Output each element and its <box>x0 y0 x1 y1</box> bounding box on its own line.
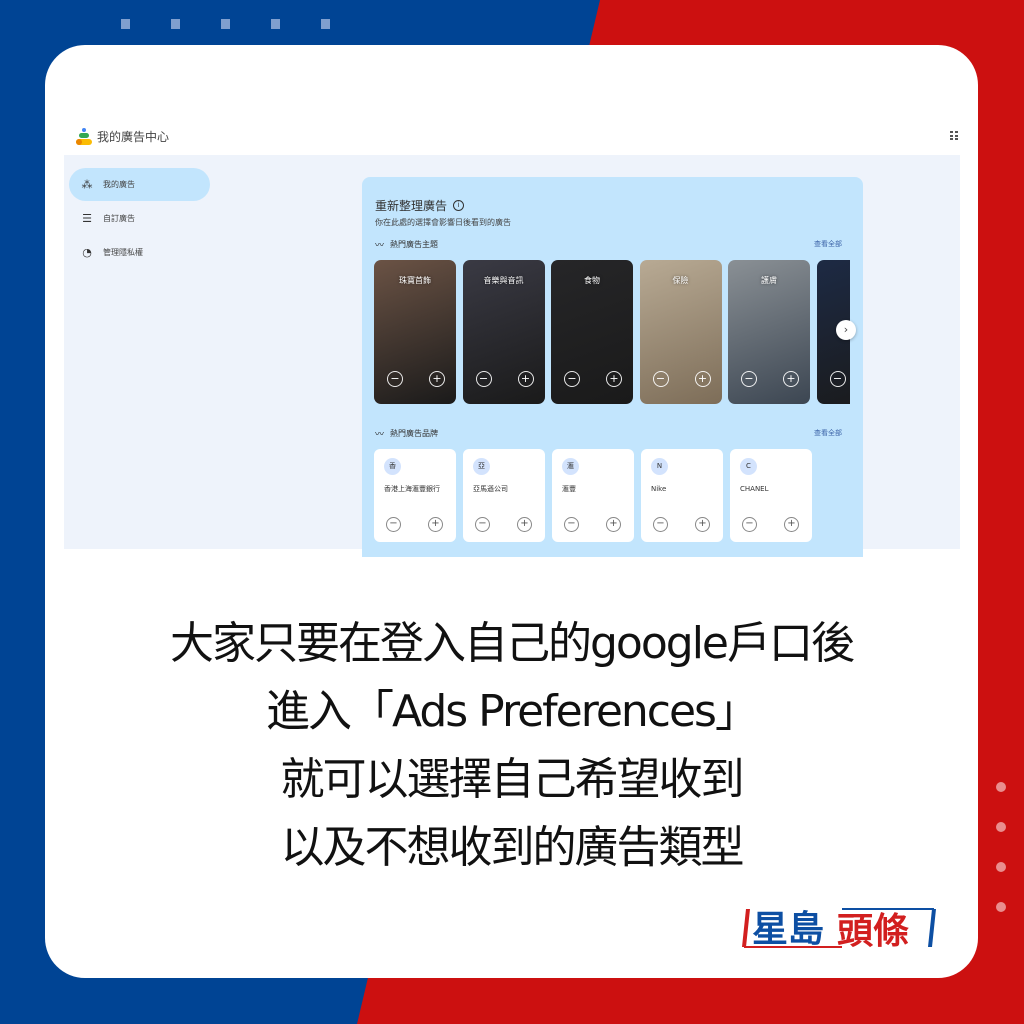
add-topic-button[interactable]: + <box>783 371 799 387</box>
decorative-dots-side <box>996 782 1006 912</box>
panel-title-text: 重新整理廣告 <box>375 199 448 213</box>
topic-title: 保險 <box>672 276 689 285</box>
info-icon[interactable]: i <box>453 200 465 211</box>
block-topic-button[interactable]: − <box>829 371 846 387</box>
sidebar-item-my-ads[interactable]: ⁂ 我的廣告 <box>69 168 210 201</box>
logo-left-bracket <box>742 909 750 947</box>
topic-card[interactable]: 食物 − + <box>551 260 633 404</box>
apps-grid-icon[interactable] <box>950 131 958 141</box>
sing-tao-headline-logo: 星島 頭條 <box>742 908 936 951</box>
caption-line-4: 以及不想收到的廣告類型 <box>280 822 745 873</box>
topic-title: 音樂與音訊 <box>483 276 524 285</box>
block-brand-button[interactable]: − <box>742 517 757 532</box>
topics-heading-text: 熱門廣告主題 <box>390 240 439 249</box>
ads-center-logo-icon <box>76 127 92 146</box>
ads-center-screenshot: 我的廣告中心 ⁂ 我的廣告 ☰ 自訂廣告 ◔ 管理隱私權 重新整理廣告 i 你在… <box>64 118 960 557</box>
topic-title: 珠寶首飾 <box>399 276 431 285</box>
topics-view-all-link[interactable]: 查看全部 <box>814 239 842 249</box>
sidebar-item-customize-ads[interactable]: ☰ 自訂廣告 <box>69 202 210 235</box>
block-brand-button[interactable]: − <box>564 517 579 532</box>
add-brand-button[interactable]: + <box>695 517 710 532</box>
block-brand-button[interactable]: − <box>653 517 668 532</box>
block-topic-button[interactable]: − <box>652 371 669 387</box>
add-topic-button[interactable]: + <box>606 371 622 387</box>
add-brand-button[interactable]: + <box>784 517 799 532</box>
brand-name: 香港上海滙豐銀行 <box>384 485 440 493</box>
brand-card[interactable]: 亞亞馬遜公司 − + <box>463 449 545 542</box>
logo-text-part1: 星島 <box>752 909 824 950</box>
sidebar-item-label: 我的廣告 <box>103 180 135 189</box>
block-topic-button[interactable]: − <box>741 371 757 387</box>
brand-card[interactable]: N Nike − + <box>641 449 723 542</box>
block-brand-button[interactable]: − <box>386 517 401 532</box>
brand-card[interactable]: 滙滙豐 − + <box>552 449 634 542</box>
carousel-next-button[interactable]: › <box>836 320 856 340</box>
logo-text-part2: 頭條 <box>837 911 909 951</box>
brand-avatar: N <box>651 458 668 475</box>
topic-card[interactable]: 保險 − + <box>639 260 722 404</box>
caption-line-3: 就可以選擇自己希望收到 <box>280 754 745 805</box>
caption: 大家只要在登入自己的google戶口後 進入「Ads Preferences」 … <box>45 610 978 882</box>
add-brand-button[interactable]: + <box>428 517 443 532</box>
block-topic-button[interactable]: − <box>387 371 403 387</box>
topic-card[interactable]: 音樂與音訊 − + <box>462 260 545 404</box>
app-body: ⁂ 我的廣告 ☰ 自訂廣告 ◔ 管理隱私權 重新整理廣告 i 你在此處的選擇會影… <box>64 155 960 557</box>
brand-name: 亞馬遜公司 <box>473 485 508 493</box>
brand-avatar: C <box>740 458 757 475</box>
app-header: 我的廣告中心 <box>64 118 960 155</box>
block-topic-button[interactable]: − <box>564 371 580 387</box>
sidebar-item-label: 自訂廣告 <box>103 214 135 223</box>
caption-line-2: 進入「Ads Preferences」 <box>266 686 759 737</box>
brands-heading: 〰 熱門廣告品牌 <box>375 427 438 440</box>
brand-avatar: 滙 <box>562 458 579 475</box>
add-topic-button[interactable]: + <box>694 371 711 387</box>
trending-icon: 〰 <box>375 430 385 440</box>
decorative-dots-top <box>121 19 330 29</box>
brand-card[interactable]: 香香港上海滙豐銀行 − + <box>374 449 456 542</box>
app-title: 我的廣告中心 <box>97 130 170 144</box>
add-topic-button[interactable]: + <box>517 371 534 387</box>
refresh-ads-panel: 重新整理廣告 i 你在此處的選擇會影響日後看到的廣告 〰 熱門廣告主題 查看全部… <box>362 177 863 557</box>
brand-name: Nike <box>651 485 667 493</box>
privacy-icon: ◔ <box>82 245 92 259</box>
brand-name: CHANEL <box>740 485 769 493</box>
brands-view-all-link[interactable]: 查看全部 <box>814 428 842 438</box>
topics-heading: 〰 熱門廣告主題 <box>375 238 438 251</box>
topics-carousel: 珠寶首飾 − + 音樂與音訊 − + 食物 − + 保險 − + 護膚 − + − <box>374 260 850 406</box>
topic-card[interactable]: 珠寶首飾 − + <box>374 260 456 404</box>
add-topic-button[interactable]: + <box>429 371 445 387</box>
block-topic-button[interactable]: − <box>475 371 492 387</box>
add-brand-button[interactable]: + <box>606 517 621 532</box>
caption-line-1: 大家只要在登入自己的google戶口後 <box>170 618 855 669</box>
sidebar-nav: ⁂ 我的廣告 ☰ 自訂廣告 ◔ 管理隱私權 <box>69 168 210 270</box>
sidebar-item-label: 管理隱私權 <box>103 248 143 257</box>
block-brand-button[interactable]: − <box>475 517 490 532</box>
brand-card[interactable]: C CHANEL − + <box>730 449 812 542</box>
add-brand-button[interactable]: + <box>517 517 532 532</box>
sidebar-item-manage-privacy[interactable]: ◔ 管理隱私權 <box>69 236 210 269</box>
brand-avatar: 香 <box>384 458 401 475</box>
brands-list: 香香港上海滙豐銀行 − + 亞亞馬遜公司 − + 滙滙豐 − + N Nike − + C CHANEL − + <box>374 449 812 542</box>
brand-avatar: 亞 <box>473 458 490 475</box>
logo-right-bracket <box>928 909 936 947</box>
panel-title: 重新整理廣告 i <box>375 197 465 214</box>
trending-icon: 〰 <box>375 241 385 251</box>
topic-card[interactable]: 護膚 − + <box>728 260 810 404</box>
brands-heading-text: 熱門廣告品牌 <box>390 429 439 438</box>
panel-subtitle: 你在此處的選擇會影響日後看到的廣告 <box>375 218 511 227</box>
shapes-icon: ⁂ <box>81 177 93 191</box>
topic-title: 食物 <box>584 276 600 285</box>
topic-title: 護膚 <box>761 276 777 285</box>
brand-name: 滙豐 <box>562 485 576 493</box>
sliders-icon: ☰ <box>82 211 92 225</box>
